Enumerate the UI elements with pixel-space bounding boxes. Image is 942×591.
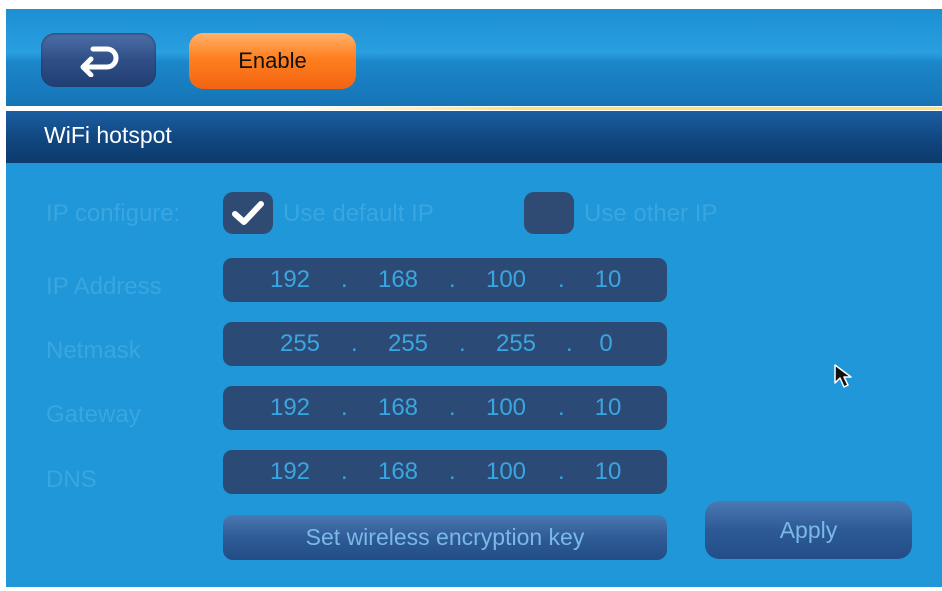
ip-address-field[interactable]: 192 . 168 . 100 . 10: [223, 258, 667, 302]
netmask-octet-2[interactable]: 255: [373, 330, 443, 358]
netmask-octet-3[interactable]: 255: [481, 330, 551, 358]
gateway-octet-4[interactable]: 10: [573, 394, 643, 422]
enable-button[interactable]: Enable: [189, 33, 356, 89]
gateway-octet-2[interactable]: 168: [363, 394, 433, 422]
checkmark-icon: [232, 201, 264, 225]
netmask-field[interactable]: 255 . 255 . 255 . 0: [223, 322, 667, 366]
octet-separator: .: [459, 330, 466, 357]
ip-address-octet-1[interactable]: 192: [255, 266, 325, 294]
octet-separator: .: [351, 330, 358, 357]
dns-field[interactable]: 192 . 168 . 100 . 10: [223, 450, 667, 494]
ip-address-octet-3[interactable]: 100: [471, 266, 541, 294]
netmask-octet-4[interactable]: 0: [571, 330, 641, 358]
return-arrow-icon: [80, 46, 118, 77]
dns-octet-2[interactable]: 168: [363, 458, 433, 486]
toolbar-accent-line: [286, 107, 942, 110]
octet-separator: .: [449, 394, 456, 421]
gateway-octet-1[interactable]: 192: [255, 394, 325, 422]
dns-octet-4[interactable]: 10: [573, 458, 643, 486]
apply-button[interactable]: Apply: [705, 501, 912, 559]
dns-label: DNS: [46, 466, 97, 493]
use-other-ip-checkbox[interactable]: [524, 192, 574, 234]
ip-address-octet-2[interactable]: 168: [363, 266, 433, 294]
back-button[interactable]: [41, 33, 156, 87]
use-other-ip-label[interactable]: Use other IP: [584, 200, 717, 228]
octet-separator: .: [341, 458, 348, 485]
app-screen: Enable WiFi hotspot IP configure: Use de…: [6, 9, 942, 587]
mouse-pointer-icon: [834, 364, 852, 388]
octet-separator: .: [341, 394, 348, 421]
use-default-ip-label[interactable]: Use default IP: [283, 200, 434, 228]
ip-configure-label: IP configure:: [46, 200, 181, 227]
ip-address-octet-4[interactable]: 10: [573, 266, 643, 294]
octet-separator: .: [558, 266, 565, 293]
set-encryption-key-button[interactable]: Set wireless encryption key: [223, 515, 667, 560]
gateway-field[interactable]: 192 . 168 . 100 . 10: [223, 386, 667, 430]
use-default-ip-checkbox[interactable]: [223, 192, 273, 234]
dns-octet-1[interactable]: 192: [255, 458, 325, 486]
octet-separator: .: [341, 266, 348, 293]
gateway-label: Gateway: [46, 401, 141, 428]
page-title: WiFi hotspot: [44, 122, 172, 148]
octet-separator: .: [449, 458, 456, 485]
netmask-octet-1[interactable]: 255: [265, 330, 335, 358]
octet-separator: .: [558, 394, 565, 421]
dns-octet-3[interactable]: 100: [471, 458, 541, 486]
gateway-octet-3[interactable]: 100: [471, 394, 541, 422]
octet-separator: .: [449, 266, 456, 293]
octet-separator: .: [558, 458, 565, 485]
netmask-label: Netmask: [46, 337, 141, 364]
ip-address-label: IP Address: [46, 273, 162, 300]
